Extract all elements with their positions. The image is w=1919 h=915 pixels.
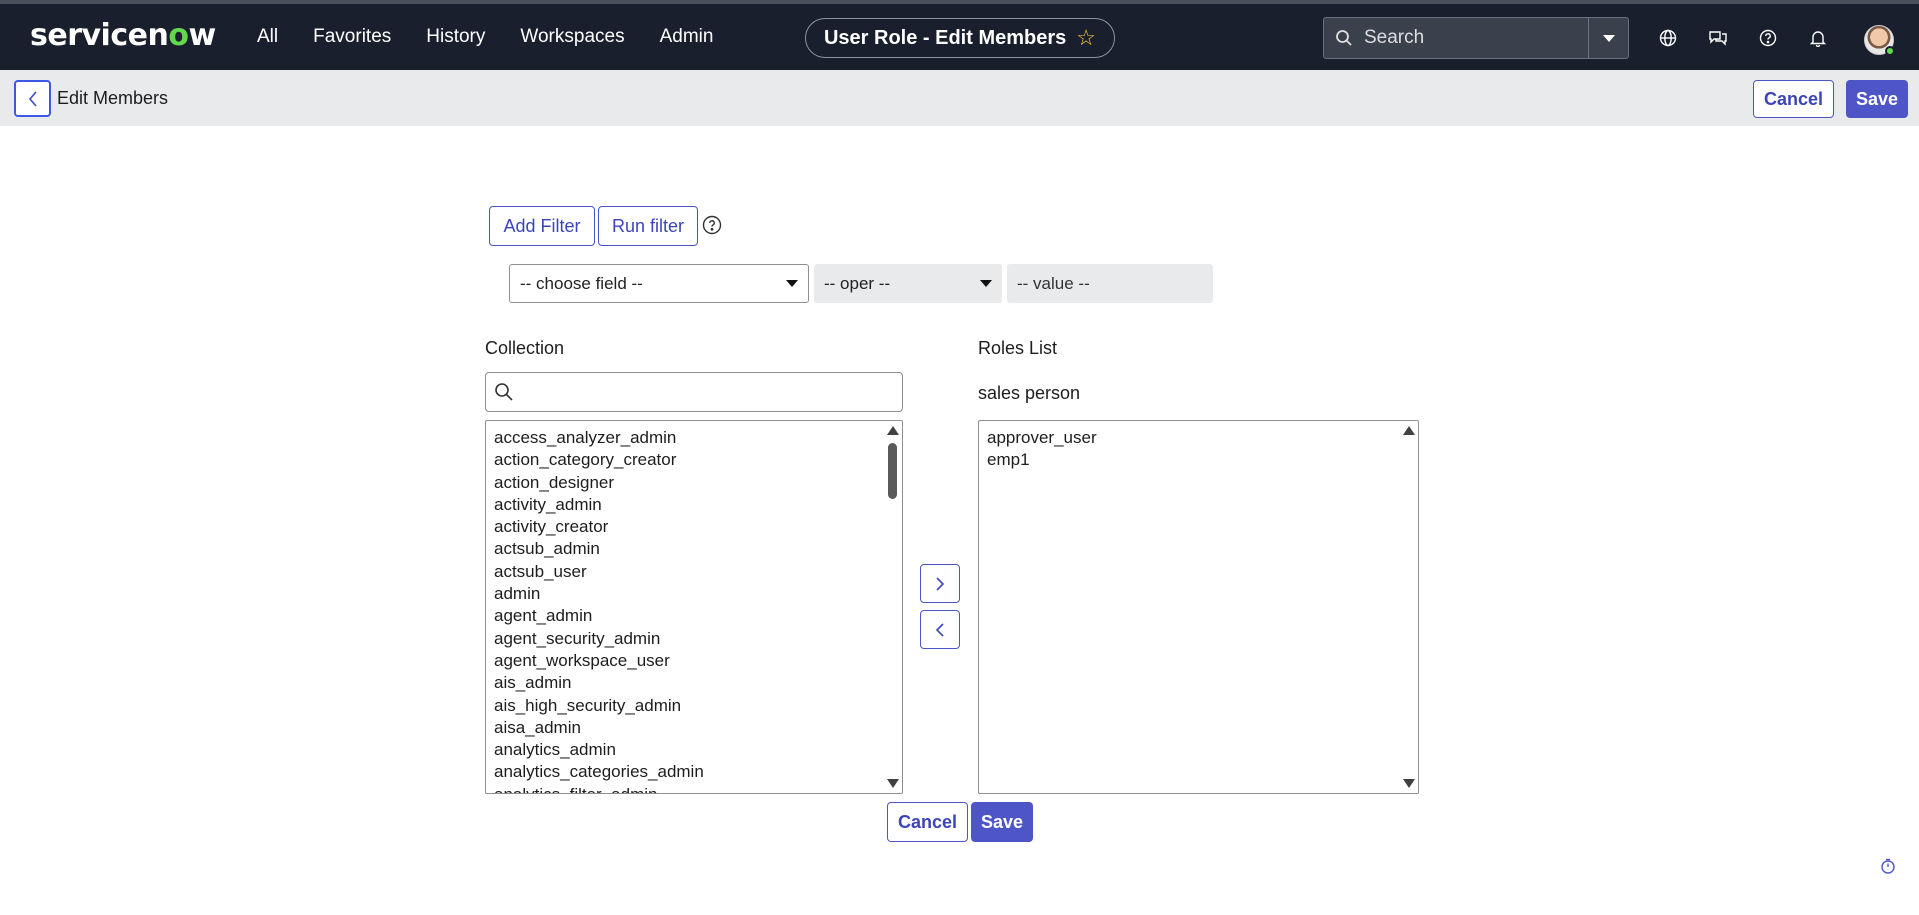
role-option[interactable]: approver_user <box>987 427 1396 449</box>
value-input[interactable]: -- value -- <box>1007 264 1213 303</box>
collection-option[interactable]: agent_admin <box>494 605 880 627</box>
header-cancel-button[interactable]: Cancel <box>1753 80 1834 118</box>
collection-label: Collection <box>485 338 565 358</box>
nav-favorites[interactable]: Favorites <box>313 26 391 48</box>
collection-option[interactable]: ais_high_security_admin <box>494 695 880 717</box>
servicenow-logo[interactable]: servicenow <box>30 18 216 53</box>
role-option[interactable]: emp1 <box>987 449 1396 471</box>
add-filter-button[interactable]: Add Filter <box>489 206 595 246</box>
collection-scrollbar[interactable] <box>884 421 902 793</box>
chevron-down-icon <box>1602 34 1615 42</box>
context-title: User Role - Edit Members <box>823 26 1067 49</box>
collection-items: access_analyzer_admin action_category_cre… <box>494 427 880 793</box>
collection-option[interactable]: agent_workspace_user <box>494 650 880 672</box>
timer-icon[interactable] <box>1880 858 1896 874</box>
scroll-thumb[interactable] <box>888 443 897 499</box>
header-save-button[interactable]: Save <box>1846 80 1908 118</box>
chevron-left-icon <box>935 622 944 637</box>
roles-scrollbar[interactable] <box>1400 421 1418 793</box>
scroll-up-arrow[interactable] <box>1403 426 1415 435</box>
bell-icon[interactable] <box>1808 28 1828 48</box>
roles-group-name: sales person <box>978 383 1081 403</box>
global-search[interactable]: Search <box>1323 17 1629 59</box>
collection-option[interactable]: actsub_admin <box>494 538 880 560</box>
operator-value: -- oper -- <box>824 273 891 293</box>
search-input[interactable]: Search <box>1364 27 1588 49</box>
collection-option[interactable]: action_category_creator <box>494 449 880 471</box>
value-placeholder: -- value -- <box>1017 273 1090 293</box>
collection-option[interactable]: actsub_user <box>494 561 880 583</box>
chevron-down-icon <box>980 280 992 287</box>
scroll-down-arrow[interactable] <box>887 779 899 788</box>
choose-field-value: -- choose field -- <box>520 273 643 293</box>
collection-option[interactable]: admin <box>494 583 880 605</box>
chevron-down-icon <box>786 280 798 287</box>
page-title: Edit Members <box>57 88 169 108</box>
scroll-down-arrow[interactable] <box>1403 779 1415 788</box>
collection-option[interactable]: analytics_filter_admin <box>494 784 880 793</box>
presence-indicator <box>1885 46 1895 56</box>
collection-option[interactable]: activity_creator <box>494 516 880 538</box>
collection-option[interactable]: aisa_admin <box>494 717 880 739</box>
collection-option[interactable]: analytics_admin <box>494 739 880 761</box>
back-button[interactable] <box>14 80 51 117</box>
roles-items: approver_user emp1 <box>987 427 1396 472</box>
context-title-pill[interactable]: User Role - Edit Members ☆ <box>805 18 1115 58</box>
search-icon <box>495 383 513 401</box>
form-header: Edit Members Cancel Save <box>0 70 1919 126</box>
main-menu: All Favorites History Workspaces Admin <box>257 4 748 70</box>
search-icon <box>1324 29 1364 47</box>
chevron-left-icon <box>28 90 37 107</box>
chat-icon[interactable] <box>1708 28 1728 48</box>
top-navigation-bar: servicenow All Favorites History Workspa… <box>0 0 1919 70</box>
help-icon[interactable] <box>1758 28 1778 48</box>
chevron-right-icon <box>936 576 945 591</box>
collection-option[interactable]: ais_admin <box>494 672 880 694</box>
header-icons <box>1658 28 1828 48</box>
add-to-roles-button[interactable] <box>920 564 960 603</box>
globe-icon[interactable] <box>1658 28 1678 48</box>
search-scope-dropdown[interactable] <box>1588 18 1628 58</box>
collection-search-input[interactable] <box>485 372 903 412</box>
roles-list-label: Roles List <box>978 338 1058 358</box>
run-filter-button[interactable]: Run filter <box>598 206 698 246</box>
choose-field-select[interactable]: -- choose field -- <box>509 264 809 303</box>
collection-option[interactable]: activity_admin <box>494 494 880 516</box>
roles-listbox[interactable]: approver_user emp1 <box>978 420 1419 794</box>
save-button[interactable]: Save <box>971 802 1033 842</box>
nav-history[interactable]: History <box>426 26 485 48</box>
nav-all[interactable]: All <box>257 26 278 48</box>
cancel-button[interactable]: Cancel <box>887 802 968 842</box>
collection-listbox[interactable]: access_analyzer_admin action_category_cre… <box>485 420 903 794</box>
scroll-up-arrow[interactable] <box>887 426 899 435</box>
filter-help-icon[interactable] <box>702 215 722 235</box>
collection-option[interactable]: access_analyzer_admin <box>494 427 880 449</box>
operator-select[interactable]: -- oper -- <box>814 264 1002 303</box>
star-icon[interactable]: ☆ <box>1076 25 1096 51</box>
collection-option[interactable]: agent_security_admin <box>494 628 880 650</box>
nav-workspaces[interactable]: Workspaces <box>520 26 624 48</box>
collection-option[interactable]: analytics_categories_admin <box>494 761 880 783</box>
nav-admin[interactable]: Admin <box>660 26 714 48</box>
remove-from-roles-button[interactable] <box>920 610 960 649</box>
collection-option[interactable]: action_designer <box>494 472 880 494</box>
avatar[interactable] <box>1864 25 1895 56</box>
